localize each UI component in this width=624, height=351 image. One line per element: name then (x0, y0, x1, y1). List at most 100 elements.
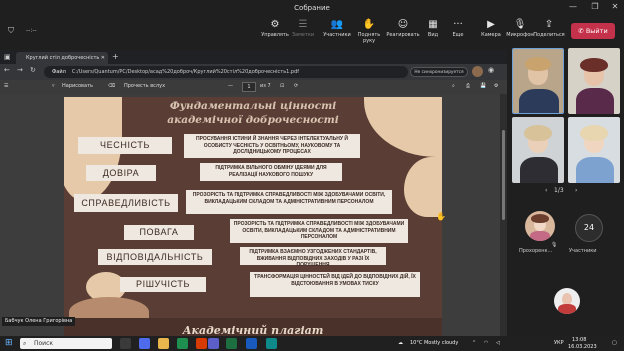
minimize-icon[interactable]: — (566, 2, 580, 11)
people-icon: 👥 (330, 19, 344, 30)
teams-active-icon[interactable] (208, 338, 219, 349)
video-tile[interactable] (568, 117, 620, 183)
save-icon[interactable]: 💾 (480, 83, 486, 89)
page-total: из 7 (260, 83, 271, 89)
new-tab-icon[interactable]: + (112, 52, 119, 61)
search-icon: ⌕ (23, 340, 27, 347)
tray-chevron-icon[interactable]: ⌃ (472, 340, 476, 346)
mouse-cursor-icon: ✋ (436, 212, 446, 221)
decor-shape (404, 157, 442, 217)
browser-tab[interactable]: Круглий стіл доброчесність ✕ (16, 52, 108, 64)
print-icon[interactable]: ⎙ (466, 83, 470, 89)
react-button[interactable]: ☺ Реагировать (386, 18, 420, 38)
view-label: Вид (427, 32, 439, 38)
value-responsibility: ВІДПОВІДАЛЬНІСТЬ (98, 249, 212, 265)
edge-icon[interactable]: ◉ (488, 66, 494, 74)
close-icon[interactable]: ✕ (608, 2, 622, 11)
pdf-scroll-thumb[interactable] (502, 130, 505, 220)
office-icon[interactable] (196, 338, 207, 349)
share-label: Поделиться (533, 32, 565, 38)
leave-label: Выйти (585, 27, 608, 35)
meeting-toolbar: ⛉ --:-- ⚙ Управлять ☰ Заметки 👥 Участник… (0, 16, 624, 48)
search-label: Поиск (34, 340, 54, 347)
participants-panel: ‹ 1/3 › 🎙 Прохоренк... 24 Участники (507, 46, 624, 336)
search-icon[interactable]: ⌕ (452, 83, 455, 89)
next-page-icon[interactable]: › (575, 187, 577, 194)
draw-button[interactable]: Нарисовать (62, 83, 93, 89)
network-icon[interactable]: ◠ (484, 340, 488, 346)
word-icon[interactable] (246, 338, 257, 349)
clock-date[interactable]: 16.03.2023 (568, 344, 597, 350)
raise-hand-button[interactable]: ✋ Поднять руку (352, 18, 386, 44)
weather-text[interactable]: 10°C Mostly cloudy (410, 340, 458, 346)
emoji-icon: ☺ (397, 19, 409, 30)
video-tile[interactable] (512, 117, 564, 183)
read-aloud-button[interactable]: Прочесть вслух (124, 83, 165, 89)
desc-trust: ПІДТРИМКА ВІЛЬНОГО ОБМІНУ ІДЕЯМИ ДЛЯ РЕА… (200, 163, 342, 181)
video-tile[interactable] (568, 48, 620, 114)
windows-start-icon[interactable]: ⊞ (5, 338, 13, 348)
windows-taskbar: ⊞ ⌕ Поиск ☁ 10°C Mostly cloudy ⌃ ◠ ◁ УКР … (0, 336, 624, 351)
value-honesty: ЧЕСНІСТЬ (78, 137, 172, 154)
raise-hand-label: Поднять руку (357, 32, 381, 44)
prev-page-icon[interactable]: ‹ (545, 187, 547, 194)
slide-title-line2: академічної доброчесності (167, 114, 339, 126)
notifications-icon[interactable]: ▢ (612, 340, 617, 346)
browser-tab-bar: ▣ Круглий стіл доброчесність ✕ + (0, 50, 507, 64)
task-view-icon[interactable] (120, 338, 131, 349)
url-field[interactable]: Файл C:/Users/Quantum/PC/Desktop/acaд%20д… (44, 66, 408, 78)
clock-time[interactable]: 13:08 (572, 337, 586, 343)
teams-icon[interactable] (139, 338, 150, 349)
value-fairness: СПРАВЕДЛИВІСТЬ (74, 194, 178, 212)
share-button[interactable]: ⇪ Поделиться (532, 18, 566, 38)
participants-label: Участники (323, 32, 351, 38)
video-tile[interactable] (512, 48, 564, 114)
edge-app-icon[interactable] (266, 338, 277, 349)
menu-icon[interactable]: ☰ (4, 83, 8, 89)
more-icon: ··· (453, 19, 463, 30)
volume-icon[interactable]: ◁ (496, 340, 500, 346)
share-icon: ⇪ (544, 19, 554, 30)
more-button[interactable]: ··· Еще (441, 18, 475, 38)
notes-button[interactable]: ☰ Заметки (286, 18, 320, 38)
participants-count-label: Участники (569, 248, 597, 254)
settings-icon[interactable]: ⚙ (494, 83, 498, 89)
value-courage: РІШУЧІСТЬ (120, 277, 206, 292)
sync-status-button[interactable]: Не синхронизируется (410, 67, 468, 77)
pdf-toolbar: ☰ ▿ Нарисовать ⌫ Прочесть вслух — 1 из 7… (0, 80, 507, 94)
camera-label: Камера (481, 32, 501, 38)
chrome-icon[interactable] (177, 338, 188, 349)
forward-icon[interactable]: → (17, 66, 23, 74)
tab-actions-icon[interactable]: ▣ (4, 53, 11, 61)
shield-icon: ⛉ (8, 26, 14, 35)
close-tab-icon[interactable]: ✕ (101, 52, 105, 64)
back-icon[interactable]: ← (4, 66, 10, 74)
desc-courage: ТРАНСФОРМАЦІЯ ЦІННОСТЕЙ ВІД ІДЕЙ ДО ВІДП… (250, 272, 420, 297)
rotate-icon[interactable]: ⟳ (294, 83, 298, 89)
weather-icon: ☁ (398, 340, 403, 346)
keyboard-language[interactable]: УКР (554, 340, 564, 346)
page-toggle-icon[interactable]: — (228, 83, 233, 89)
file-explorer-icon[interactable] (158, 338, 169, 349)
url-text: C:/Users/Quantum/PC/Desktop/acaд%20добро… (71, 69, 300, 75)
draw-dropdown-icon[interactable]: ▿ (52, 83, 55, 89)
pdf-page: Фундаментальні цінності академічної добр… (64, 97, 442, 336)
self-avatar[interactable] (554, 288, 580, 314)
page-input[interactable]: 1 (242, 82, 256, 92)
next-page-title: Академічний плагіат (182, 324, 324, 336)
taskbar-search[interactable]: ⌕ Поиск (20, 338, 112, 349)
value-respect: ПОВАГА (124, 225, 194, 240)
fit-page-icon[interactable]: ⊡ (280, 83, 284, 89)
reload-icon[interactable]: ↻ (30, 66, 36, 74)
participants-button[interactable]: 👥 Участники (320, 18, 354, 38)
meeting-timer: --:-- (26, 27, 37, 34)
attendee-avatar[interactable] (525, 211, 555, 241)
maximize-icon[interactable]: ❐ (588, 2, 602, 11)
participants-count[interactable]: 24 (575, 214, 603, 242)
raise-hand-icon: ✋ (362, 19, 376, 30)
eraser-icon[interactable]: ⌫ (108, 83, 115, 89)
profile-avatar[interactable] (472, 66, 483, 77)
excel-icon[interactable] (226, 338, 237, 349)
leave-button[interactable]: ✆ Выйти (571, 23, 615, 39)
title-bar: Собрание — ❐ ✕ (0, 0, 624, 16)
